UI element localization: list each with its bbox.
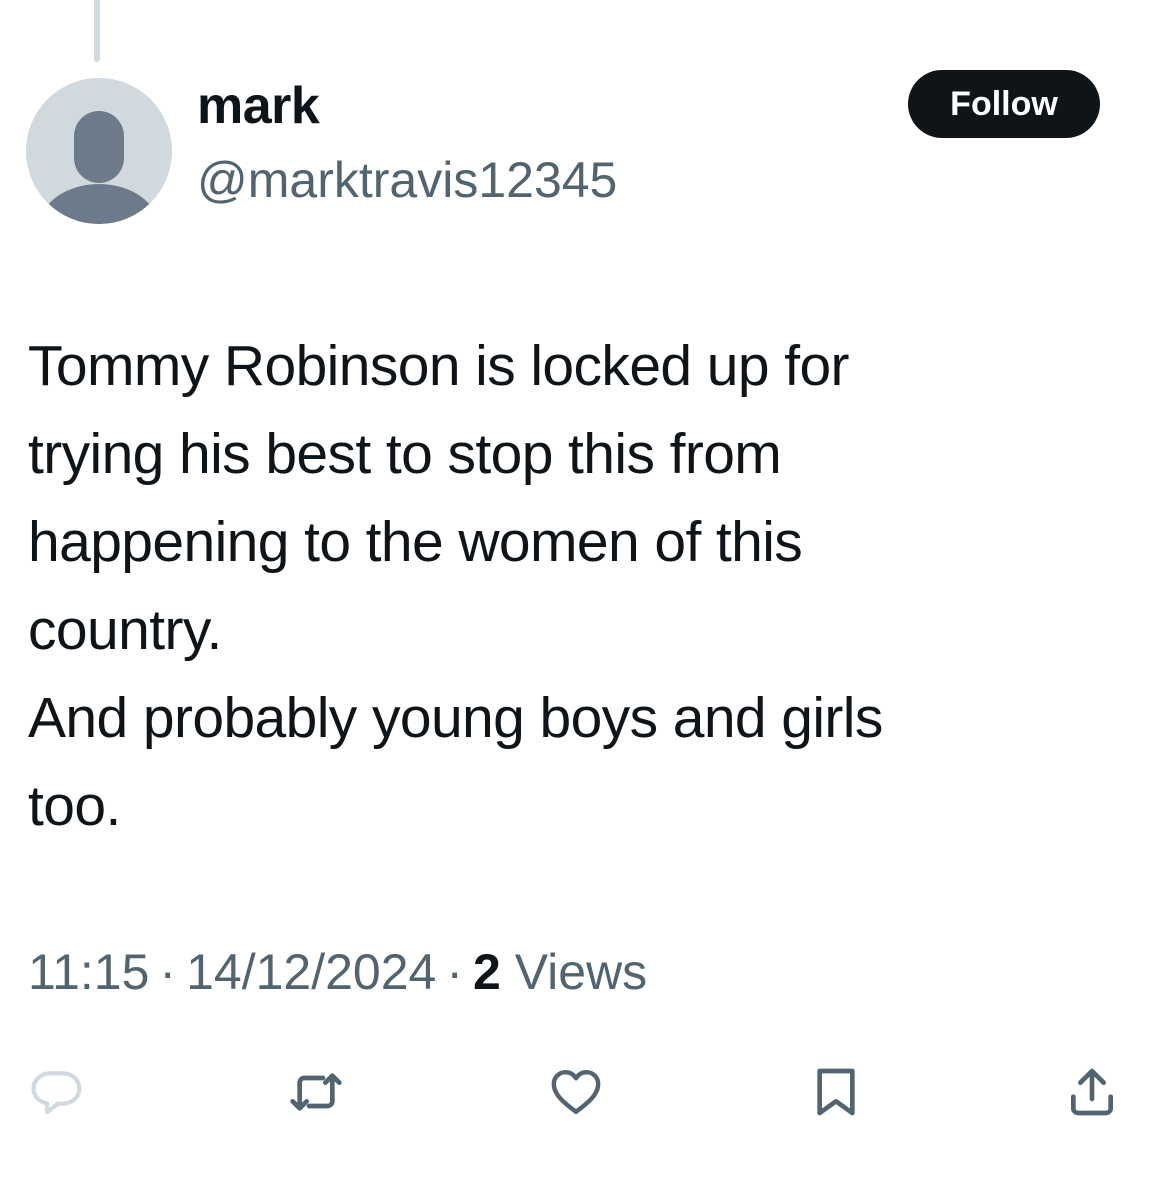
views-count: 2 — [472, 944, 501, 1000]
thread-connector-line — [94, 0, 100, 62]
tweet-date[interactable]: 14/12/2024 — [186, 944, 436, 1000]
tweet-text: Tommy Robinson is locked up for trying h… — [28, 334, 883, 838]
heart-icon — [551, 1069, 601, 1115]
repost-button[interactable] — [286, 1064, 346, 1120]
meta-separator: · — [159, 944, 177, 1000]
tweet-time[interactable]: 11:15 — [28, 944, 149, 1000]
bookmark-icon — [817, 1068, 855, 1116]
like-button[interactable] — [546, 1064, 606, 1120]
tweet-metadata: 11:15 · 14/12/2024 · 2 Views — [28, 940, 647, 1004]
default-avatar-icon — [26, 78, 172, 224]
share-button[interactable] — [1062, 1064, 1122, 1120]
follow-button[interactable]: Follow — [908, 70, 1100, 138]
meta-separator: · — [446, 944, 463, 1000]
reply-icon — [31, 1071, 82, 1115]
reply-button[interactable] — [26, 1064, 86, 1120]
views-label: Views — [514, 944, 648, 1000]
author-display-name[interactable]: mark — [197, 74, 320, 138]
avatar[interactable] — [26, 78, 172, 224]
share-icon — [1071, 1068, 1113, 1116]
bookmark-button[interactable] — [806, 1064, 866, 1120]
author-handle[interactable]: @marktravis12345 — [197, 148, 617, 212]
repost-icon — [290, 1073, 342, 1111]
